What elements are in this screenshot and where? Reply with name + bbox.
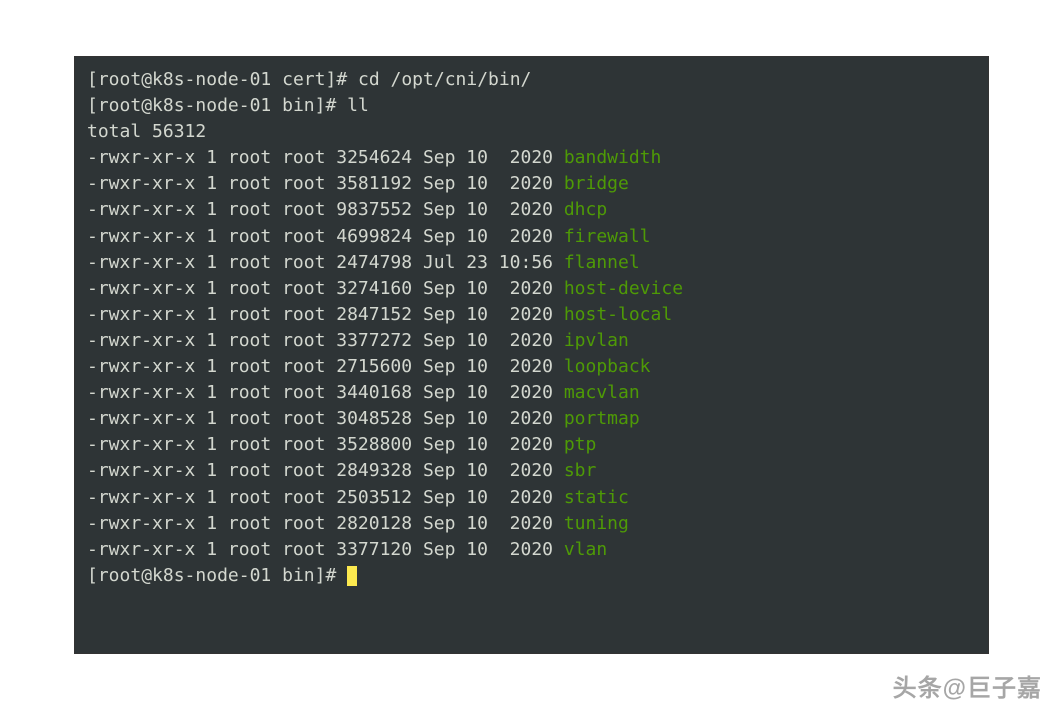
cursor-block[interactable] <box>347 566 357 586</box>
prompt-line-2: [root@k8s-node-01 bin]# ll <box>87 93 976 119</box>
file-meta: -rwxr-xr-x 1 root root 4699824 Sep 10 20… <box>87 226 564 247</box>
file-name: dhcp <box>564 199 607 220</box>
prompt-user: root <box>98 69 141 90</box>
command-text: cd /opt/cni/bin/ <box>358 69 531 90</box>
file-name: ptp <box>564 434 597 455</box>
file-meta: -rwxr-xr-x 1 root root 3440168 Sep 10 20… <box>87 382 564 403</box>
file-row: -rwxr-xr-x 1 root root 3377120 Sep 10 20… <box>87 537 976 563</box>
file-row: -rwxr-xr-x 1 root root 2847152 Sep 10 20… <box>87 302 976 328</box>
file-row: -rwxr-xr-x 1 root root 3254624 Sep 10 20… <box>87 145 976 171</box>
file-row: -rwxr-xr-x 1 root root 2820128 Sep 10 20… <box>87 511 976 537</box>
prompt-cwd: bin <box>282 95 315 116</box>
file-listing: -rwxr-xr-x 1 root root 3254624 Sep 10 20… <box>87 145 976 563</box>
file-name: tuning <box>564 513 629 534</box>
file-name: flannel <box>564 252 640 273</box>
file-row: -rwxr-xr-x 1 root root 3274160 Sep 10 20… <box>87 276 976 302</box>
file-row: -rwxr-xr-x 1 root root 3048528 Sep 10 20… <box>87 406 976 432</box>
file-meta: -rwxr-xr-x 1 root root 2503512 Sep 10 20… <box>87 487 564 508</box>
file-name: vlan <box>564 539 607 560</box>
file-name: macvlan <box>564 382 640 403</box>
file-meta: -rwxr-xr-x 1 root root 2847152 Sep 10 20… <box>87 304 564 325</box>
total-line: total 56312 <box>87 119 976 145</box>
file-row: -rwxr-xr-x 1 root root 2503512 Sep 10 20… <box>87 485 976 511</box>
file-meta: -rwxr-xr-x 1 root root 3377272 Sep 10 20… <box>87 330 564 351</box>
prompt-cwd: bin <box>282 565 315 586</box>
file-meta: -rwxr-xr-x 1 root root 3377120 Sep 10 20… <box>87 539 564 560</box>
file-name: bandwidth <box>564 147 662 168</box>
file-meta: -rwxr-xr-x 1 root root 2715600 Sep 10 20… <box>87 356 564 377</box>
file-row: -rwxr-xr-x 1 root root 9837552 Sep 10 20… <box>87 197 976 223</box>
file-row: -rwxr-xr-x 1 root root 3528800 Sep 10 20… <box>87 432 976 458</box>
file-name: portmap <box>564 408 640 429</box>
prompt-cwd: cert <box>282 69 325 90</box>
file-row: -rwxr-xr-x 1 root root 3377272 Sep 10 20… <box>87 328 976 354</box>
terminal-window[interactable]: [root@k8s-node-01 cert]# cd /opt/cni/bin… <box>74 56 989 654</box>
file-name: sbr <box>564 460 597 481</box>
file-name: loopback <box>564 356 651 377</box>
file-row: -rwxr-xr-x 1 root root 2849328 Sep 10 20… <box>87 458 976 484</box>
file-row: -rwxr-xr-x 1 root root 3581192 Sep 10 20… <box>87 171 976 197</box>
file-name: host-device <box>564 278 683 299</box>
prompt-symbol: # <box>336 69 347 90</box>
file-name: static <box>564 487 629 508</box>
prompt-user: root <box>98 95 141 116</box>
prompt-symbol: # <box>325 565 336 586</box>
file-meta: -rwxr-xr-x 1 root root 9837552 Sep 10 20… <box>87 199 564 220</box>
file-name: host-local <box>564 304 672 325</box>
command-text: ll <box>347 95 369 116</box>
file-name: firewall <box>564 226 651 247</box>
watermark-text: 头条@巨子嘉 <box>893 668 1042 703</box>
file-name: ipvlan <box>564 330 629 351</box>
file-meta: -rwxr-xr-x 1 root root 2474798 Jul 23 10… <box>87 252 564 273</box>
file-meta: -rwxr-xr-x 1 root root 3254624 Sep 10 20… <box>87 147 564 168</box>
prompt-symbol: # <box>325 95 336 116</box>
prompt-host: k8s-node-01 <box>152 565 271 586</box>
prompt-line-3: [root@k8s-node-01 bin]# <box>87 563 976 589</box>
file-meta: -rwxr-xr-x 1 root root 2820128 Sep 10 20… <box>87 513 564 534</box>
file-row: -rwxr-xr-x 1 root root 2474798 Jul 23 10… <box>87 250 976 276</box>
file-meta: -rwxr-xr-x 1 root root 3528800 Sep 10 20… <box>87 434 564 455</box>
file-meta: -rwxr-xr-x 1 root root 3274160 Sep 10 20… <box>87 278 564 299</box>
prompt-user: root <box>98 565 141 586</box>
file-row: -rwxr-xr-x 1 root root 4699824 Sep 10 20… <box>87 224 976 250</box>
prompt-host: k8s-node-01 <box>152 69 271 90</box>
file-meta: -rwxr-xr-x 1 root root 3581192 Sep 10 20… <box>87 173 564 194</box>
prompt-host: k8s-node-01 <box>152 95 271 116</box>
file-row: -rwxr-xr-x 1 root root 3440168 Sep 10 20… <box>87 380 976 406</box>
file-row: -rwxr-xr-x 1 root root 2715600 Sep 10 20… <box>87 354 976 380</box>
file-name: bridge <box>564 173 629 194</box>
file-meta: -rwxr-xr-x 1 root root 3048528 Sep 10 20… <box>87 408 564 429</box>
file-meta: -rwxr-xr-x 1 root root 2849328 Sep 10 20… <box>87 460 564 481</box>
prompt-line-1: [root@k8s-node-01 cert]# cd /opt/cni/bin… <box>87 67 976 93</box>
